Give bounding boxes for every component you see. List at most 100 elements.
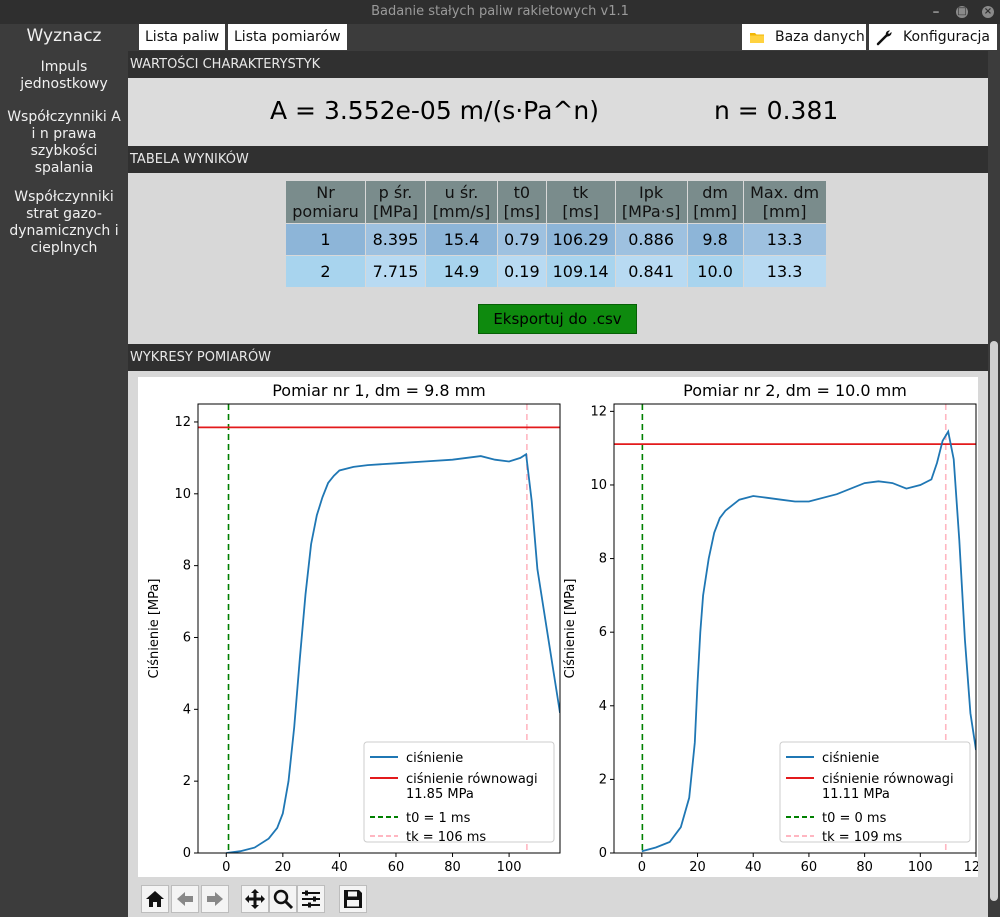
forward-button[interactable] [201,885,229,913]
sidebar-title: Wyznacz [26,26,102,46]
floppy-disk-icon [344,890,362,908]
y-axis-label: Ciśnienie [MPa] [563,579,578,679]
y-tick-label: 12 [174,415,191,430]
magnifier-icon [273,889,294,910]
tab-fuel-list[interactable]: Lista paliw [139,24,226,50]
table-cell: 0.19 [498,256,546,287]
chart-title: Pomiar nr 2, dm = 10.0 mm [683,381,907,400]
x-tick-label: 100 [908,860,933,875]
y-tick-label: 10 [590,478,607,493]
main-content: WARTOŚCI CHARAKTERYSTYK A = 3.552e-05 m/… [128,51,988,917]
pan-button[interactable] [241,885,269,913]
sidebar-item-burn-rate-coefficients[interactable]: Współczynniki A i n prawa szybkości spal… [0,109,128,177]
x-tick-label: 20 [689,860,706,875]
y-tick-label: 8 [183,559,191,574]
sidebar-item-specific-impulse[interactable]: Impuls jednostkowy [0,59,128,93]
legend-label: ciśnienie równowagi [822,772,954,787]
column-header: u śr. [mm/s] [426,181,497,223]
table-cell: 1 [286,224,365,255]
x-tick-label: 100 [497,860,522,875]
legend-label: ciśnienie [822,751,879,766]
column-header: Nr pomiaru [286,181,365,223]
table-cell: 0.886 [615,224,687,255]
y-tick-label: 12 [590,404,607,419]
x-tick-label: 60 [388,860,405,875]
table-cell: 10.0 [687,256,743,287]
legend-label: ciśnienie [406,751,463,766]
vertical-scrollbar[interactable] [988,51,1000,917]
section-header-results: TABELA WYNIKÓW [128,146,988,173]
sidebar-item-loss-coefficients[interactable]: Współczynniki strat gazo-dynamicznych i … [0,189,128,257]
close-icon[interactable]: × [982,6,994,18]
x-tick-label: 40 [745,860,762,875]
window-title: Badanie stałych paliw rakietowych v1.1 [371,4,629,19]
y-tick-label: 6 [599,625,607,640]
table-cell: 15.4 [426,224,497,255]
scrollbar-thumb[interactable] [990,341,998,901]
x-tick-label: 60 [801,860,818,875]
database-label: Baza danych [775,29,865,45]
legend-label: 11.85 MPa [406,787,474,802]
table-cell: 14.9 [426,256,497,287]
table-cell: 13.3 [743,256,826,287]
section-header-plots: WYKRESY POMIARÓW [128,344,988,371]
y-tick-label: 6 [183,630,191,645]
window-controls: – □ × [930,0,994,24]
y-tick-label: 0 [599,846,607,861]
x-tick-label: 0 [222,860,230,875]
pressure-charts: Pomiar nr 1, dm = 9.8 mm Ciśnienie [MPa] 0… [147,381,988,875]
column-header: tk [ms] [546,181,615,223]
column-header: Ipk [MPa·s] [615,181,687,223]
y-tick-label: 0 [183,846,191,861]
y-tick-label: 4 [183,702,191,717]
table-cell: 7.715 [366,256,425,287]
legend-label: t0 = 0 ms [822,811,887,826]
x-tick-label: 0 [638,860,646,875]
table-cell: 13.3 [743,224,826,255]
configuration-label: Konfiguracja [903,29,991,45]
legend-label: t0 = 1 ms [406,811,471,826]
x-tick-label: 120 [964,860,978,875]
home-icon [146,891,164,907]
column-header: t0 [ms] [498,181,546,223]
column-header: Max. dm [mm] [743,181,826,223]
tab-measurement-list[interactable]: Lista pomiarów [228,24,347,50]
back-button[interactable] [171,885,199,913]
table-row[interactable]: 2 7.715 14.9 0.19 109.14 0.841 10.0 13.3 [286,256,826,287]
y-axis-label: Ciśnienie [MPa] [147,579,162,679]
legend-label: 11.11 MPa [822,787,890,802]
arrow-right-icon [207,892,223,906]
move-icon [245,889,265,909]
minimize-icon[interactable]: – [930,5,942,19]
results-table: Nr pomiaru p śr. [MPa] u śr. [mm/s] t0 [ms] … [285,180,827,288]
plot-navigation-toolbar [128,877,988,917]
arrow-left-icon [177,892,193,906]
configuration-button[interactable]: Konfiguracja [869,24,997,50]
save-figure-button[interactable] [339,885,367,913]
x-tick-label: 80 [444,860,461,875]
coefficient-n-value: n = 0.381 [714,96,839,125]
database-button[interactable]: Baza danych [742,24,866,50]
section-header-characteristics: WARTOŚCI CHARAKTERYSTYK [128,51,988,78]
table-cell: 0.841 [615,256,687,287]
table-cell: 109.14 [546,256,615,287]
maximize-icon[interactable]: □ [956,6,968,18]
characteristics-panel: A = 3.552e-05 m/(s·Pa^n) n = 0.381 [128,78,988,146]
y-tick-label: 10 [174,487,191,502]
coefficient-a-value: A = 3.552e-05 m/(s·Pa^n) [270,96,599,125]
home-button[interactable] [141,885,169,913]
y-tick-label: 2 [599,772,607,787]
table-row[interactable]: 1 8.395 15.4 0.79 106.29 0.886 9.8 13.3 [286,224,826,255]
table-header-row: Nr pomiaru p śr. [MPa] u śr. [mm/s] t0 [ms] … [286,181,826,223]
wrench-icon [876,30,892,46]
zoom-button[interactable] [269,885,297,913]
plot-canvas[interactable]: Pomiar nr 1, dm = 9.8 mm Ciśnienie [MPa] 0… [138,377,988,877]
table-cell: 9.8 [687,224,743,255]
table-cell: 106.29 [546,224,615,255]
export-csv-button[interactable]: Eksportuj do .csv [478,304,637,334]
top-bar: Lista paliw Lista pomiarów Baza danych K… [128,24,1000,51]
legend-label: tk = 106 ms [406,830,486,845]
x-tick-label: 40 [331,860,348,875]
window-titlebar: Badanie stałych paliw rakietowych v1.1 –… [0,0,1000,24]
configure-subplots-button[interactable] [297,885,325,913]
